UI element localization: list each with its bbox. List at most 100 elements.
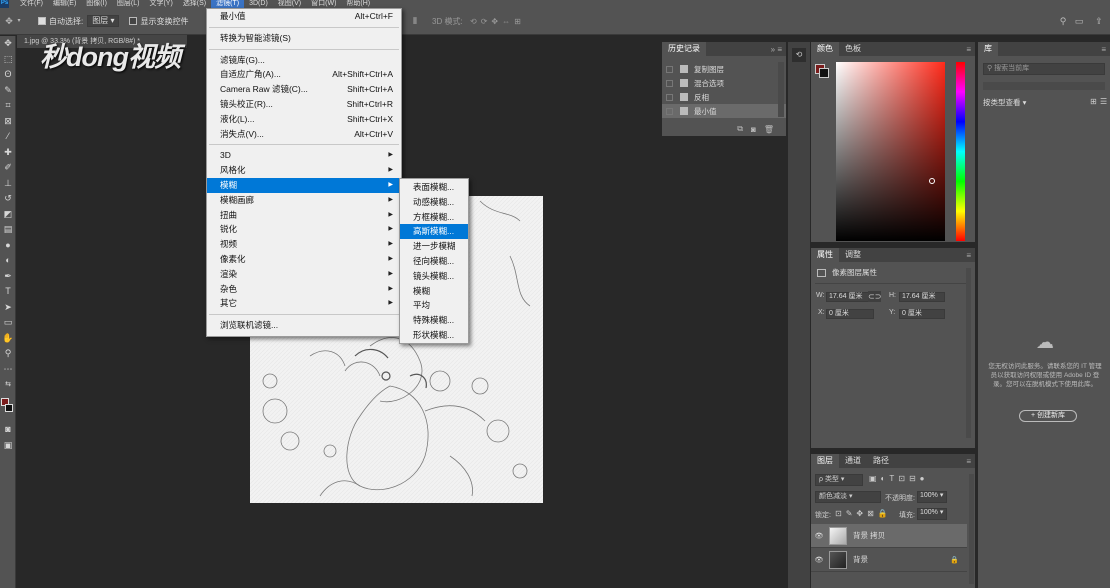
- history-item[interactable]: 反相: [662, 90, 786, 104]
- tab-library[interactable]: 库: [978, 42, 998, 56]
- auto-select-checkbox[interactable]: [38, 17, 49, 26]
- quick-select-tool-icon[interactable]: ✎: [0, 83, 16, 99]
- filter-menu-item[interactable]: 渲染 ▶: [207, 267, 401, 282]
- workspace-icon[interactable]: ▭: [1074, 16, 1084, 26]
- history-state-checkbox[interactable]: [666, 79, 673, 87]
- blur-menu-item[interactable]: 形状模糊...: [400, 328, 468, 343]
- tab-color[interactable]: 颜色: [811, 42, 839, 56]
- filter-menu-item[interactable]: 像素化 ▶: [207, 252, 401, 267]
- menu-item[interactable]: 视图(V): [273, 0, 306, 8]
- hue-slider[interactable]: [956, 62, 965, 241]
- blur-menu-item[interactable]: 进一步模糊: [400, 239, 468, 254]
- library-view-dropdown[interactable]: 按类型查看 ▾: [983, 97, 1026, 108]
- blur-menu-item[interactable]: 特殊模糊...: [400, 313, 468, 328]
- history-state-checkbox[interactable]: [666, 65, 673, 73]
- new-document-icon[interactable]: ⧉: [737, 124, 743, 134]
- fill-field[interactable]: 100% ▾: [917, 508, 947, 520]
- menu-item[interactable]: 帮助(H): [341, 0, 375, 8]
- x-field[interactable]: 0 厘米: [826, 309, 874, 319]
- filter-menu-item[interactable]: 锐化 ▶: [207, 222, 401, 237]
- clone-stamp-tool-icon[interactable]: ⊥: [0, 176, 16, 192]
- panel-menu-icon[interactable]: » ≡: [771, 45, 786, 54]
- share-icon[interactable]: ⇪: [1094, 16, 1104, 26]
- menu-item[interactable]: 3D(D): [244, 0, 273, 8]
- swap-colors-icon[interactable]: ⇆: [0, 377, 16, 393]
- layer-row[interactable]: 👁 背景 拷贝: [811, 524, 967, 548]
- tab-channels[interactable]: 通道: [839, 454, 867, 468]
- blend-mode-dropdown[interactable]: 颜色减淡 ▾: [815, 491, 881, 503]
- eraser-tool-icon[interactable]: ◩: [0, 207, 16, 223]
- bg-color-swatch[interactable]: [819, 68, 829, 78]
- history-item[interactable]: 最小值: [662, 104, 786, 118]
- filter-menu-item[interactable]: 滤镜库(G)...: [207, 53, 401, 68]
- blur-menu-item[interactable]: 径向模糊...: [400, 254, 468, 269]
- color-picker-field[interactable]: [836, 62, 945, 241]
- tab-swatches[interactable]: 色板: [839, 42, 867, 56]
- blur-menu-item[interactable]: 方框模糊...: [400, 210, 468, 225]
- visibility-eye-icon[interactable]: 👁: [811, 532, 827, 540]
- history-state-checkbox[interactable]: [666, 107, 673, 115]
- blur-menu-item[interactable]: 高斯模糊...: [400, 224, 468, 240]
- hand-tool-icon[interactable]: ✋: [0, 331, 16, 347]
- search-icon[interactable]: ⚲: [1058, 16, 1068, 26]
- library-dropdown[interactable]: [983, 82, 1105, 90]
- dodge-tool-icon[interactable]: ◐: [0, 253, 16, 269]
- list-view-icon[interactable]: ☰: [1100, 97, 1107, 106]
- filter-menu-item[interactable]: 模糊画廊 ▶: [207, 193, 401, 208]
- panel-menu-icon[interactable]: ≡: [966, 45, 975, 54]
- tab-paths[interactable]: 路径: [867, 454, 895, 468]
- path-select-tool-icon[interactable]: ➤: [0, 300, 16, 316]
- frame-tool-icon[interactable]: ⊠: [0, 114, 16, 130]
- y-field[interactable]: 0 厘米: [899, 309, 945, 319]
- filter-menu-item[interactable]: 其它 ▶: [207, 296, 401, 311]
- menu-item[interactable]: 图层(L): [112, 0, 145, 8]
- layers-scrollbar[interactable]: [969, 474, 974, 584]
- screen-mode-icon[interactable]: ▣: [0, 438, 16, 454]
- color-picker-marker[interactable]: [929, 178, 935, 184]
- blur-menu-item[interactable]: 表面模糊...: [400, 180, 468, 195]
- menu-item[interactable]: 窗口(W): [306, 0, 341, 8]
- quick-mask-icon[interactable]: ◙: [0, 422, 16, 438]
- menu-item[interactable]: 滤镜(T): [211, 0, 245, 8]
- crop-tool-icon[interactable]: ⌗: [0, 98, 16, 114]
- history-brush-tool-icon[interactable]: ↺: [0, 191, 16, 207]
- history-scrollbar[interactable]: [778, 62, 784, 117]
- blur-menu-item[interactable]: 平均: [400, 298, 468, 313]
- history-item[interactable]: 混合选项: [662, 76, 786, 90]
- blur-menu-item[interactable]: 镜头模糊...: [400, 269, 468, 284]
- eyedropper-tool-icon[interactable]: ⁄: [0, 129, 16, 145]
- link-icon[interactable]: ⊂⊃: [868, 291, 881, 302]
- chevron-down-icon[interactable]: ▾: [14, 16, 24, 26]
- height-field[interactable]: 17.64 厘米: [899, 292, 945, 302]
- width-field[interactable]: 17.64 厘米: [826, 292, 874, 302]
- blur-menu-item[interactable]: 模糊: [400, 284, 468, 299]
- zoom-tool-icon[interactable]: ⚲: [0, 346, 16, 362]
- lock-icons[interactable]: ⊡✎✥⊠🔒: [835, 509, 892, 518]
- filter-menu-item[interactable]: 消失点(V)... Alt+Ctrl+V: [207, 127, 401, 142]
- filter-menu-item[interactable]: 扭曲 ▶: [207, 208, 401, 223]
- filter-menu-item[interactable]: 自适应广角(A)... Alt+Shift+Ctrl+A: [207, 67, 401, 82]
- align-icon[interactable]: ⦀: [410, 16, 420, 26]
- filter-menu-item[interactable]: 液化(L)... Shift+Ctrl+X: [207, 112, 401, 127]
- grid-view-icon[interactable]: ⊞: [1090, 97, 1097, 106]
- properties-scrollbar[interactable]: [966, 268, 971, 438]
- brush-tool-icon[interactable]: ✐: [0, 160, 16, 176]
- history-panel-icon[interactable]: ⟲: [792, 48, 806, 62]
- layer-filter-icons[interactable]: ▣◐T⊡⊟●: [869, 474, 929, 483]
- filter-menu-item[interactable]: 3D ▶: [207, 148, 401, 163]
- filter-menu-item[interactable]: 视频 ▶: [207, 237, 401, 252]
- filter-menu-item[interactable]: 风格化 ▶: [207, 163, 401, 178]
- pen-tool-icon[interactable]: ✒: [0, 269, 16, 285]
- filter-menu-item[interactable]: 杂色 ▶: [207, 282, 401, 297]
- tab-layers[interactable]: 图层: [811, 454, 839, 468]
- 3d-mode-icons[interactable]: ⟲⟳✥⇔⊞: [470, 17, 525, 26]
- filter-menu-item[interactable]: 模糊 ▶: [207, 177, 401, 193]
- type-tool-icon[interactable]: T: [0, 284, 16, 300]
- history-item[interactable]: 复制图层: [662, 62, 786, 76]
- show-transform-checkbox[interactable]: [129, 17, 140, 26]
- history-state-checkbox[interactable]: [666, 93, 673, 101]
- opacity-field[interactable]: 100% ▾: [917, 491, 947, 503]
- menu-item[interactable]: 图像(I): [81, 0, 112, 8]
- filter-menu-item[interactable]: 镜头校正(R)... Shift+Ctrl+R: [207, 97, 401, 112]
- layer-row[interactable]: 👁 背景 🔒: [811, 548, 967, 572]
